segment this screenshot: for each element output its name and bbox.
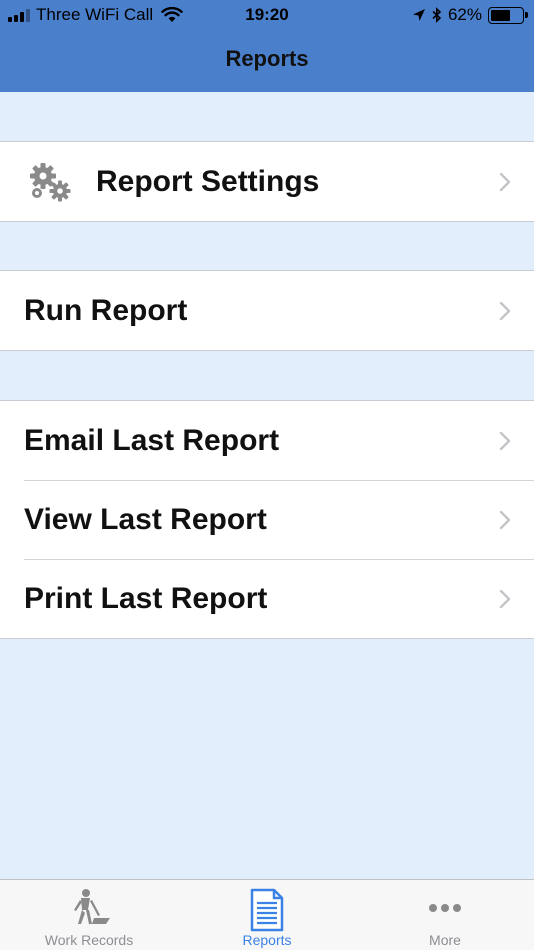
chevron-right-icon — [499, 431, 511, 450]
battery-percent: 62% — [447, 5, 482, 24]
page-title: Reports — [225, 46, 309, 71]
status-bar: Three WiFi Call 19:20 62% — [0, 0, 534, 30]
run-group: Run Report — [0, 270, 534, 351]
run-report-row[interactable]: Run Report — [0, 271, 534, 350]
run-report-label: Run Report — [24, 293, 188, 327]
email-last-report-row[interactable]: Email Last Report — [0, 401, 534, 480]
tab-work-records[interactable]: Work Records — [0, 880, 178, 950]
print-last-report-row[interactable]: Print Last Report — [0, 559, 534, 638]
last-report-group: Email Last Report View Last Report Print… — [0, 400, 534, 639]
worker-shovel-icon — [74, 889, 110, 924]
top-header: Three WiFi Call 19:20 62% Reports — [0, 0, 534, 92]
view-last-report-row[interactable]: View Last Report — [0, 480, 534, 559]
tab-more[interactable]: More — [356, 880, 534, 950]
settings-group: Report Settings — [0, 141, 534, 222]
document-icon — [250, 888, 284, 932]
print-last-report-label: Print Last Report — [24, 581, 268, 615]
battery-fill — [491, 9, 510, 21]
report-settings-label: Report Settings — [96, 164, 320, 198]
gears-icon — [30, 162, 71, 201]
chevron-right-icon — [499, 301, 511, 320]
tab-reports-label: Reports — [242, 932, 292, 948]
status-right: 62% — [412, 5, 528, 25]
report-settings-row[interactable]: Report Settings — [0, 142, 534, 221]
chevron-right-icon — [499, 172, 511, 191]
email-last-report-label: Email Last Report — [24, 423, 280, 457]
bluetooth-icon — [432, 7, 442, 23]
location-arrow-icon — [412, 9, 425, 21]
view-last-report-label: View Last Report — [24, 502, 267, 536]
tab-more-label: More — [429, 932, 461, 948]
tab-reports[interactable]: Reports — [178, 880, 356, 950]
tab-bar: Work Records Reports More — [0, 879, 534, 950]
tab-work-records-label: Work Records — [44, 932, 134, 948]
ellipsis-icon — [429, 904, 461, 912]
chevron-right-icon — [499, 510, 511, 529]
battery-icon — [488, 6, 528, 24]
chevron-right-icon — [499, 589, 511, 608]
